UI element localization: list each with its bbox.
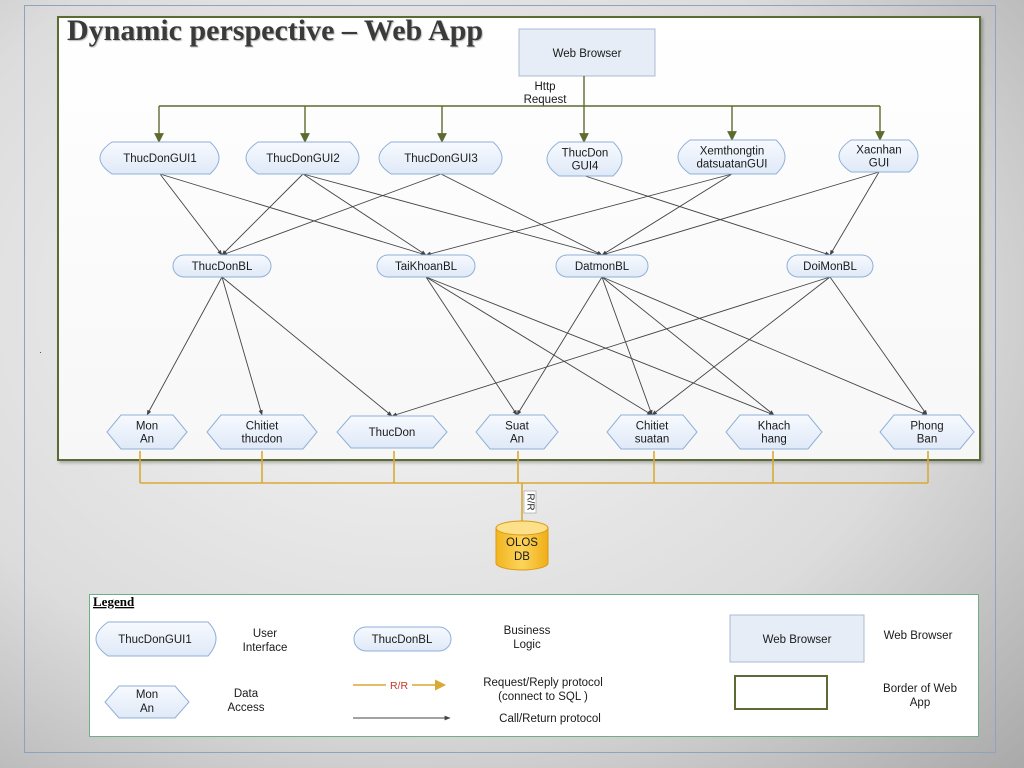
legend-bl-sample-label: ThucDonBL: [372, 634, 433, 646]
http-label-line2: Request: [524, 94, 568, 106]
da-node-d2-label-line2: thucdon: [242, 434, 283, 446]
legend-ui-desc-line2: Interface: [243, 642, 288, 654]
http-label-line1: Http: [534, 81, 555, 93]
edge-g1-b2: [159, 173, 427, 256]
legend: Legend ThucDonGUI1 User Interface ThucDo…: [93, 594, 957, 725]
edge-b4-d5: [651, 276, 831, 416]
legend-da-sample: Mon An: [104, 685, 190, 719]
edge-g2-b3: [302, 173, 603, 256]
legend-wb-desc: Web Browser: [884, 630, 953, 642]
da-node-d1-label-line1: Mon: [136, 421, 158, 433]
bl-node-b1-label-line1: ThucDonBL: [192, 261, 253, 273]
legend-rr-sample: R/R: [353, 679, 447, 692]
da-node-d4-label-line2: An: [510, 434, 524, 446]
da-node-d6-label-line1: Khach: [758, 421, 791, 433]
legend-border-desc-line1: Border of Web: [883, 683, 957, 695]
da-node-d6: Khachhang: [725, 414, 823, 450]
legend-title: Legend: [93, 594, 135, 609]
http-request-arrows: [154, 76, 885, 143]
da-node-d1-label-line2: An: [140, 434, 154, 446]
olos-db-cylinder: OLOS DB: [495, 520, 549, 571]
web-browser-label: Web Browser: [553, 48, 622, 60]
legend-rr-desc-line1: Request/Reply protocol: [483, 677, 603, 689]
rr-label: R/R: [524, 493, 535, 510]
component-diagram: Web Browser Http Request R/R OLOS DB Thu…: [93, 28, 975, 725]
da-node-d5: Chitietsuatan: [606, 414, 698, 450]
edge-g2-b1: [221, 173, 304, 256]
ui-node-g4: ThucDonGUI4: [546, 141, 623, 177]
da-node-d5-label-line2: suatan: [635, 434, 670, 446]
da-node-d7-label-line1: Phong: [910, 421, 943, 433]
legend-wb-sample-label: Web Browser: [763, 634, 832, 646]
legend-rr-sample-label: R/R: [390, 680, 409, 692]
ui-node-g4-label-line1: ThucDon: [562, 148, 609, 160]
bl-node-b2: TaiKhoanBL: [376, 254, 476, 278]
da-node-d2: Chitietthucdon: [206, 414, 318, 450]
legend-ui-sample-label: ThucDonGUI1: [118, 634, 192, 646]
legend-bl-sample: ThucDonBL: [353, 626, 452, 652]
edge-b3-d5: [601, 276, 653, 416]
edge-b3-d4: [516, 276, 603, 416]
da-node-d3-label-line1: ThucDon: [369, 427, 416, 439]
edge-b3-d6: [601, 276, 775, 416]
ui-node-g2: ThucDonGUI2: [245, 141, 360, 175]
ui-node-g3-label-line1: ThucDonGUI3: [404, 153, 478, 165]
component-nodes: ThucDonGUI1 ThucDonGUI2 ThucDonGUI3 ThucDon…: [99, 139, 975, 450]
bl-node-b3: DatmonBL: [555, 254, 649, 278]
edge-b1-d1: [146, 276, 223, 416]
legend-bl-desc-line2: Logic: [513, 639, 541, 651]
legend-ui-sample: ThucDonGUI1: [95, 621, 217, 657]
da-node-d4-label-line1: Suat: [505, 421, 529, 433]
legend-da-sample-line1: Mon: [136, 689, 158, 701]
ui-node-g5-label-line1: Xemthongtin: [700, 146, 765, 158]
ui-node-g5-label-line2: datsuatanGUI: [697, 159, 768, 171]
call-return-edges: [146, 171, 928, 417]
legend-da-sample-line2: An: [140, 703, 154, 715]
legend-border-desc-line2: App: [910, 697, 930, 709]
bl-node-b3-label-line1: DatmonBL: [575, 261, 630, 273]
edge-b2-d6: [425, 276, 775, 416]
legend-da-desc-line1: Data: [234, 688, 259, 700]
edge-g5-b2: [425, 173, 733, 256]
ui-node-g6: XacnhanGUI: [838, 139, 919, 173]
da-node-d4: SuatAn: [475, 414, 559, 450]
da-node-d6-label-line2: hang: [761, 434, 787, 446]
ui-node-g5: XemthongtindatsuatanGUI: [677, 139, 786, 175]
db-label-line2: DB: [514, 551, 530, 563]
da-node-d7-label-line2: Ban: [917, 434, 937, 446]
legend-wb-sample: Web Browser: [729, 614, 865, 663]
bl-node-b4-label-line1: DoiMonBL: [803, 261, 857, 273]
legend-call-desc: Call/Return protocol: [499, 713, 601, 725]
edge-b1-d3: [221, 276, 393, 417]
legend-da-desc-line2: Access: [227, 702, 264, 714]
ui-node-g2-label-line1: ThucDonGUI2: [266, 153, 340, 165]
ui-node-g4-label-line2: GUI4: [572, 161, 599, 173]
edge-b4-d3: [391, 276, 831, 417]
ui-node-g3: ThucDonGUI3: [378, 141, 503, 175]
legend-bl-desc-line1: Business: [504, 625, 551, 637]
bl-node-b2-label-line1: TaiKhoanBL: [395, 261, 458, 273]
web-browser-box: Web Browser: [518, 28, 656, 77]
edge-g5-b3: [601, 173, 733, 256]
ui-node-g1-label-line1: ThucDonGUI1: [123, 153, 197, 165]
rr-label-tag: R/R: [523, 490, 537, 514]
edge-b2-d4: [425, 276, 518, 416]
ui-node-g6-label-line1: Xacnhan: [856, 145, 901, 157]
da-node-d5-label-line1: Chitiet: [636, 421, 669, 433]
da-node-d3: ThucDon: [336, 415, 448, 449]
edge-b1-d2: [221, 276, 263, 416]
legend-border-sample: [734, 675, 828, 710]
ui-node-g1: ThucDonGUI1: [99, 141, 220, 175]
ui-node-g6-label-line2: GUI: [869, 158, 889, 170]
db-label-line1: OLOS: [506, 537, 538, 549]
bl-node-b1: ThucDonBL: [172, 254, 272, 278]
legend-ui-desc-line1: User: [253, 628, 277, 640]
da-node-d2-label-line1: Chitiet: [246, 421, 279, 433]
da-node-d1: MonAn: [106, 414, 188, 450]
bl-node-b4: DoiMonBL: [786, 254, 874, 278]
edge-g1-b1: [159, 173, 223, 256]
legend-rr-desc-line2: (connect to SQL ): [498, 691, 588, 703]
da-node-d7: PhongBan: [879, 414, 975, 450]
